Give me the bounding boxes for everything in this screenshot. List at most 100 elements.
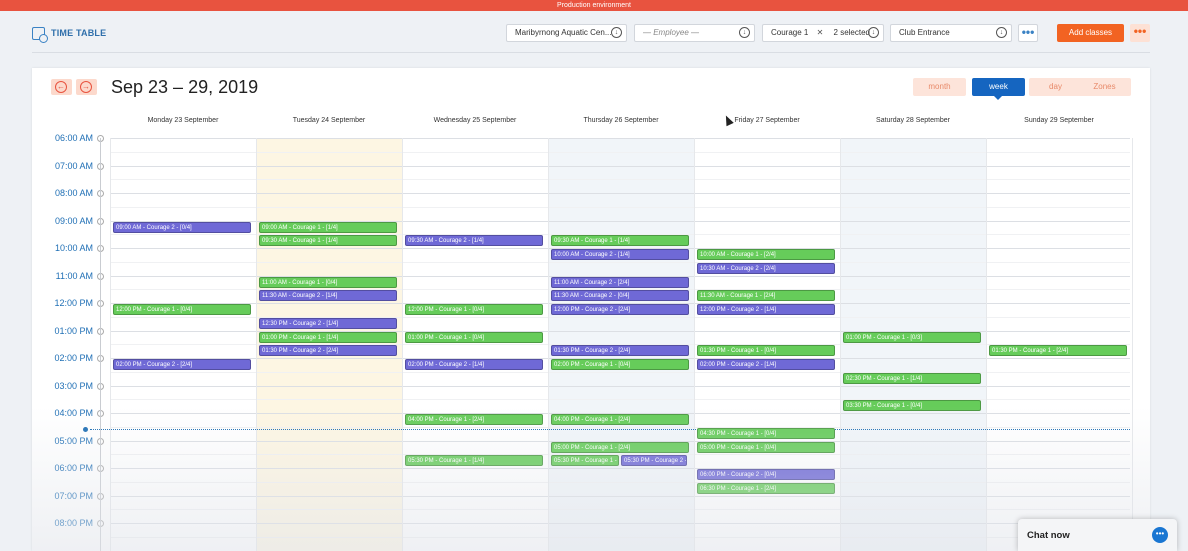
class-event[interactable]: 02:30 PM - Courage 1 - [1/4] <box>843 372 981 384</box>
class-event[interactable]: 12:00 PM - Courage 1 - [0/4] <box>113 304 251 315</box>
class-event[interactable]: 09:30 AM - Courage 2 - [1/4] <box>405 235 543 247</box>
day-header: Friday 27 September <box>734 117 800 124</box>
remove-chip-icon[interactable]: ✕ <box>817 28 824 37</box>
time-label: 04:00 PM <box>54 408 93 418</box>
class-event[interactable]: 01:30 PM - Courage 2 - [2/4] <box>259 345 397 357</box>
half-hour-line <box>110 426 1130 428</box>
employee-placeholder: — Employee — <box>643 28 700 37</box>
location-select[interactable]: Maribyrnong Aquatic Cen... ↓ <box>506 24 627 42</box>
page-title: TIME TABLE <box>51 28 107 38</box>
class-event[interactable]: 12:00 PM - Courage 2 - [2/4] <box>551 304 689 315</box>
class-event[interactable]: 06:00 PM - Courage 2 - [0/4] <box>697 469 835 480</box>
class-event[interactable]: 02:00 PM - Courage 2 - [1/4] <box>405 359 543 370</box>
chat-widget[interactable]: Chat now ••• <box>1018 519 1177 551</box>
class-event[interactable]: 04:00 PM - Courage 1 - [2/4] <box>405 414 543 425</box>
time-label: 09:00 AM <box>54 215 93 226</box>
chat-bubble-icon: ••• <box>1152 527 1168 543</box>
header-divider <box>32 52 1150 53</box>
time-label: 08:00 PM <box>54 518 93 528</box>
class-event[interactable]: 01:30 PM - Courage 2 - [2/4] <box>551 345 689 357</box>
half-hour-line <box>110 509 1130 511</box>
time-label: 11:00 AM <box>55 270 93 281</box>
filter-more-button[interactable]: ••• <box>1018 24 1038 42</box>
class-event[interactable]: 10:00 AM - Courage 2 - [1/4] <box>551 249 689 260</box>
class-event[interactable]: 11:00 AM - Courage 2 - [2/4] <box>551 276 689 288</box>
time-label: 05:00 PM <box>54 435 93 446</box>
time-axis <box>100 138 101 551</box>
class-event[interactable]: 11:30 AM - Courage 2 - [0/4] <box>551 290 689 302</box>
day-header: Wednesday 25 September <box>433 117 517 124</box>
day-divider <box>1132 138 1133 551</box>
hour-line <box>110 468 1130 469</box>
class-event[interactable]: 11:30 AM - Courage 1 - [2/4] <box>697 290 835 302</box>
class-event[interactable]: 11:00 AM - Courage 1 - [0/4] <box>259 276 397 288</box>
time-label: 07:00 PM <box>54 490 93 501</box>
class-event[interactable]: 09:30 AM - Courage 1 - [1/4] <box>551 235 689 247</box>
class-event[interactable]: 02:00 PM - Courage 2 - [1/4] <box>697 359 835 370</box>
current-time-dot <box>83 427 88 432</box>
class-event[interactable]: 05:00 PM - Courage 1 - [0/4] <box>697 441 835 453</box>
hour-line <box>110 523 1130 524</box>
class-event[interactable]: 01:00 PM - Courage 1 - [1/4] <box>259 331 397 343</box>
class-event[interactable]: 03:30 PM - Courage 1 - [0/4] <box>843 400 981 412</box>
class-event[interactable]: 12:30 PM - Courage 2 - [1/4] <box>259 317 397 329</box>
time-label: 03:00 PM <box>54 380 93 391</box>
class-event[interactable]: 02:00 PM - Courage 1 - [0/4] <box>551 359 689 370</box>
class-event[interactable]: 01:30 PM - Courage 1 - [0/4] <box>697 345 835 357</box>
course-select[interactable]: Courage 1 ✕ 2 selected ↓ <box>762 24 884 42</box>
time-label: 01:00 PM <box>54 325 93 336</box>
day-header: Thursday 26 September <box>583 117 659 124</box>
half-hour-line <box>110 536 1130 538</box>
time-label: 12:00 PM <box>54 298 93 308</box>
class-event[interactable]: 05:30 PM - Courage 2 - <box>621 455 687 467</box>
day-divider <box>548 138 549 551</box>
time-label: 08:00 AM <box>54 188 93 198</box>
class-event[interactable]: 05:30 PM - Courage 1 - <box>551 455 619 467</box>
half-hour-line <box>110 151 1130 153</box>
day-divider <box>110 138 111 551</box>
class-event[interactable]: 04:00 PM - Courage 1 - [2/4] <box>551 414 689 425</box>
chevron-down-icon: ↓ <box>996 27 1007 38</box>
class-event[interactable]: 12:00 PM - Courage 2 - [1/4] <box>697 304 835 315</box>
class-event[interactable]: 10:30 AM - Courage 2 - [2/4] <box>697 262 835 274</box>
class-event[interactable]: 01:30 PM - Courage 1 - [2/4] <box>989 345 1127 357</box>
class-event[interactable]: 05:00 PM - Courage 1 - [2/4] <box>551 441 689 453</box>
day-header: Saturday 28 September <box>876 117 950 124</box>
area-value: Club Entrance <box>899 28 950 37</box>
class-event[interactable]: 09:30 AM - Courage 1 - [1/4] <box>259 235 397 247</box>
add-classes-button[interactable]: Add classes <box>1057 24 1124 42</box>
hour-line <box>110 495 1130 497</box>
class-event[interactable]: 09:00 AM - Courage 1 - [1/4] <box>259 221 397 233</box>
class-event[interactable]: 02:00 PM - Courage 2 - [2/4] <box>113 359 251 370</box>
calendar-panel: ← → Sep 23 – 29, 2019 month week day Zon… <box>32 68 1150 551</box>
class-event[interactable]: 10:00 AM - Courage 1 - [2/4] <box>697 249 835 260</box>
employee-select[interactable]: — Employee — ↓ <box>634 24 755 42</box>
course-chip: Courage 1 <box>771 28 809 37</box>
hour-line <box>110 385 1130 387</box>
day-divider <box>694 138 695 551</box>
time-label: 06:00 PM <box>54 463 93 473</box>
day-header: Tuesday 24 September <box>292 117 366 124</box>
week-grid: Monday 23 September Tuesday 24 September W… <box>32 68 1150 551</box>
half-hour-line <box>110 206 1130 208</box>
half-hour-line <box>110 454 1130 456</box>
class-event[interactable]: 09:00 AM - Courage 2 - [0/4] <box>113 221 251 233</box>
location-value: Maribyrnong Aquatic Cen... <box>515 28 612 37</box>
time-label: 10:00 AM <box>54 243 93 253</box>
area-select[interactable]: Club Entrance ↓ <box>890 24 1012 42</box>
half-hour-line <box>110 481 1130 483</box>
class-event[interactable]: 04:30 PM - Courage 1 - [0/4] <box>697 427 835 439</box>
class-event[interactable]: 06:30 PM - Courage 1 - [2/4] <box>697 482 835 494</box>
day-divider <box>402 138 403 551</box>
top-bar: TIME TABLE Maribyrnong Aquatic Cen... ↓ … <box>0 11 1188 55</box>
hour-line <box>110 165 1130 167</box>
class-event[interactable]: 05:30 PM - Courage 1 - [1/4] <box>405 455 543 467</box>
more-actions-button[interactable]: ••• <box>1130 24 1150 42</box>
class-event[interactable]: 01:00 PM - Courage 1 - [0/3] <box>843 331 981 343</box>
class-event[interactable]: 11:30 AM - Courage 2 - [1/4] <box>259 290 397 302</box>
class-event[interactable]: 12:00 PM - Courage 1 - [0/4] <box>405 304 543 315</box>
half-hour-line <box>110 179 1130 181</box>
selected-count: 2 selected <box>833 28 870 37</box>
day-header: Sunday 29 September <box>1024 117 1094 124</box>
class-event[interactable]: 01:00 PM - Courage 1 - [0/4] <box>405 331 543 343</box>
